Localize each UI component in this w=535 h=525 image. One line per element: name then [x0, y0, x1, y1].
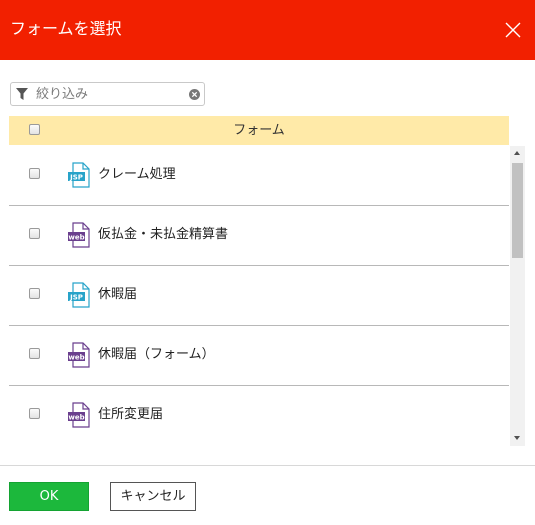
list-item[interactable]: web 住所変更届: [9, 386, 509, 446]
svg-text:JSP: JSP: [69, 173, 83, 181]
svg-text:web: web: [68, 413, 84, 421]
scroll-down-icon[interactable]: [514, 436, 520, 440]
filter-icon: [16, 88, 28, 100]
scroll-up-icon[interactable]: [514, 151, 520, 155]
form-name: 休暇届（フォーム）: [98, 347, 215, 362]
column-header-form: フォーム: [233, 123, 285, 138]
svg-text:web: web: [68, 353, 84, 361]
scrollbar-thumb[interactable]: [512, 163, 523, 258]
table-header: フォーム: [9, 116, 509, 145]
list-item[interactable]: web 休暇届（フォーム）: [9, 326, 509, 386]
list-item[interactable]: JSP クレーム処理: [9, 146, 509, 206]
list-scrollbar[interactable]: [510, 146, 525, 446]
svg-text:web: web: [68, 233, 84, 241]
web-file-icon: web: [68, 402, 90, 428]
row-checkbox[interactable]: [29, 168, 40, 179]
filter-placeholder: 絞り込み: [36, 87, 89, 102]
row-checkbox[interactable]: [29, 348, 40, 359]
form-name: 住所変更届: [98, 407, 164, 422]
dialog-title: フォームを選択: [10, 19, 122, 38]
ok-button[interactable]: OK: [9, 482, 89, 511]
footer-divider: [0, 465, 535, 466]
list-item[interactable]: web 仮払金・未払金精算書: [9, 206, 509, 266]
jsp-file-icon: JSP: [68, 162, 90, 188]
row-checkbox[interactable]: [29, 408, 40, 419]
row-checkbox[interactable]: [29, 288, 40, 299]
svg-text:JSP: JSP: [69, 293, 83, 301]
list-item[interactable]: JSP 休暇届: [9, 266, 509, 326]
web-file-icon: web: [68, 342, 90, 368]
cancel-button[interactable]: キャンセル: [110, 482, 196, 511]
close-icon[interactable]: [505, 22, 521, 38]
form-name: 休暇届: [98, 287, 138, 302]
row-checkbox[interactable]: [29, 228, 40, 239]
form-name: クレーム処理: [98, 167, 176, 182]
web-file-icon: web: [68, 222, 90, 248]
dialog-header: フォームを選択: [0, 0, 535, 60]
filter-input[interactable]: 絞り込み: [10, 82, 205, 106]
form-name: 仮払金・未払金精算書: [98, 227, 229, 242]
jsp-file-icon: JSP: [68, 282, 90, 308]
form-list: JSP クレーム処理 web 仮払金・未払金精算書 JSP 休暇届 web 休暇…: [9, 146, 509, 446]
clear-icon[interactable]: [189, 89, 200, 100]
